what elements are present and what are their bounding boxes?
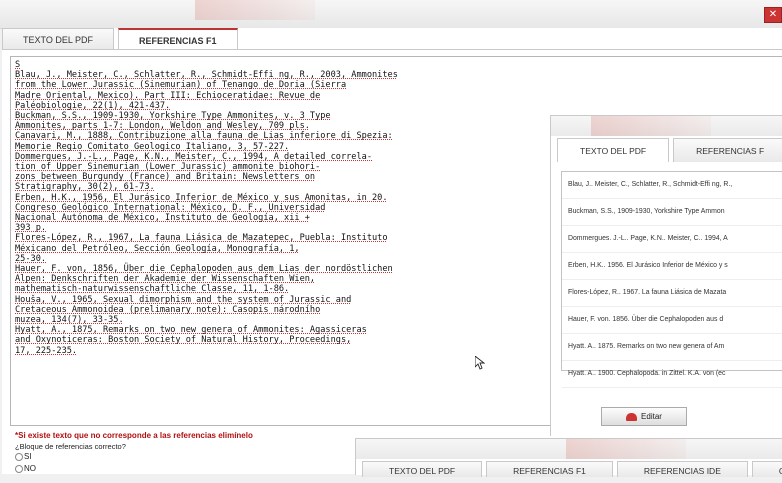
reference-text-line: S: [15, 60, 21, 70]
option-no[interactable]: NO: [15, 464, 36, 473]
reference-list[interactable]: Blau, J.. Meister, C., Schlatter, R., Sc…: [561, 171, 782, 388]
mouse-cursor-icon: [474, 355, 486, 372]
radio-si[interactable]: [15, 452, 23, 461]
question-label: ¿Bloque de referencias correcto?: [15, 442, 126, 451]
tab-pdf-text[interactable]: TEXTO DEL PDF: [362, 461, 483, 477]
watermark-logo: [591, 116, 711, 136]
tab-pdf-text[interactable]: TEXTO DEL PDF: [557, 138, 670, 162]
tab-references-f1[interactable]: REFERENCIAS F1: [118, 28, 238, 50]
reference-item[interactable]: Dommergues. J.-L.. Page, K.N.. Meister, …: [562, 226, 782, 253]
reference-item[interactable]: Blau, J.. Meister, C., Schlatter, R., Sc…: [562, 172, 782, 199]
reference-item[interactable]: Hyatt. A.. 1875. Remarks on two new gene…: [562, 334, 782, 361]
option-si[interactable]: SI: [15, 452, 32, 461]
tab-divider: [2, 49, 782, 50]
reference-item[interactable]: Buckman, S.S., 1909-1930, Yorkshire Type…: [562, 199, 782, 226]
reference-text-line: Paléobiologie, 22(1), 421-437.: [15, 100, 171, 111]
edit-button[interactable]: Editar: [601, 407, 687, 426]
reference-item[interactable]: Erben, H.K.. 1956. El Jurásico Inferior …: [562, 253, 782, 280]
edit-button-label: Editar: [641, 412, 662, 421]
reference-item[interactable]: Hyatt. A.. 1900. Cephalopoda. in Zittel.…: [562, 361, 782, 388]
tab-references[interactable]: REFERENCIAS F: [673, 138, 782, 162]
preview-panel: TEXTO DEL PDF REFERENCIAS F Blau, J.. Me…: [550, 115, 782, 436]
reference-text-line: Madre Oriental, Mexico). Part III: Echio…: [15, 90, 321, 101]
back-panel: TEXTO DEL PDF REFERENCIAS F1 REFERENCIAS…: [355, 438, 782, 477]
window-header: ✕: [0, 0, 782, 29]
back-panel-header: [356, 439, 782, 459]
preview-tab-bar: TEXTO DEL PDF REFERENCIAS F: [557, 138, 782, 162]
reference-text-line: Blau, J., Meister, C., Schlatter, R., Sc…: [15, 70, 398, 81]
option-si-label: SI: [24, 452, 32, 461]
back-tab-bar: TEXTO DEL PDF REFERENCIAS F1 REFERENCIAS…: [362, 461, 782, 483]
reference-item[interactable]: Hauer, F. von. 1856. Über die Cephalopod…: [562, 307, 782, 334]
preview-panel-header: [551, 116, 782, 136]
close-button[interactable]: ✕: [764, 7, 782, 23]
tab-references-f1[interactable]: REFERENCIAS F1: [486, 461, 613, 477]
watermark-logo: [195, 0, 315, 20]
radio-no[interactable]: [15, 464, 23, 473]
option-no-label: NO: [24, 464, 36, 473]
edit-icon: [626, 412, 638, 421]
tab-bar: TEXTO DEL PDF REFERENCIAS F1: [2, 28, 242, 50]
tab-pdf-text[interactable]: TEXTO DEL PDF: [2, 28, 115, 50]
reference-text-line: from the Lower Jurassic (Sinemurian) of …: [15, 80, 347, 91]
reference-item[interactable]: Flores-López, R.. 1967. La fauna Liásica…: [562, 280, 782, 307]
warning-text: *Si existe texto que no corresponde a la…: [15, 431, 253, 440]
tab-ci[interactable]: CI: [751, 461, 782, 477]
tab-references-ide[interactable]: REFERENCIAS IDE: [616, 461, 748, 477]
watermark-logo: [566, 439, 686, 459]
